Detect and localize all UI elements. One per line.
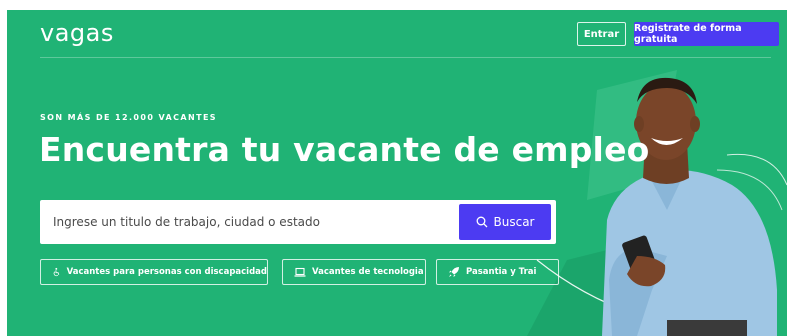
search-bar: Buscar xyxy=(40,200,556,244)
register-button[interactable]: Registrate de forma gratuita xyxy=(634,22,779,46)
chip-tech-jobs[interactable]: Vacantes de tecnologia xyxy=(282,259,426,285)
page-title: Encuentra tu vacante de empleo xyxy=(39,130,650,169)
search-icon xyxy=(476,216,487,228)
rocket-icon xyxy=(449,267,459,277)
chip-label: Vacantes para personas con discapacidad xyxy=(66,267,267,277)
logo[interactable]: vagas xyxy=(40,19,114,47)
hero-person-image xyxy=(527,70,787,336)
login-button[interactable]: Entrar xyxy=(577,22,626,46)
header-divider xyxy=(40,57,771,58)
chip-label: Pasantia y Trai xyxy=(466,267,537,277)
search-button-label: Buscar xyxy=(493,215,535,229)
chip-internship-jobs[interactable]: Pasantia y Trai xyxy=(436,259,559,285)
laptop-icon xyxy=(294,267,306,277)
chip-disability-jobs[interactable]: Vacantes para personas con discapacidad xyxy=(40,259,268,285)
search-input[interactable] xyxy=(40,200,456,244)
chip-label: Vacantes de tecnologia xyxy=(312,267,424,277)
vacancy-count-text: SON MÁS DE 12.000 VACANTES xyxy=(40,113,217,122)
accessibility-icon xyxy=(53,267,60,277)
hero-section: vagas Entrar Registrate de forma gratuit… xyxy=(7,10,787,336)
search-button[interactable]: Buscar xyxy=(459,204,551,240)
